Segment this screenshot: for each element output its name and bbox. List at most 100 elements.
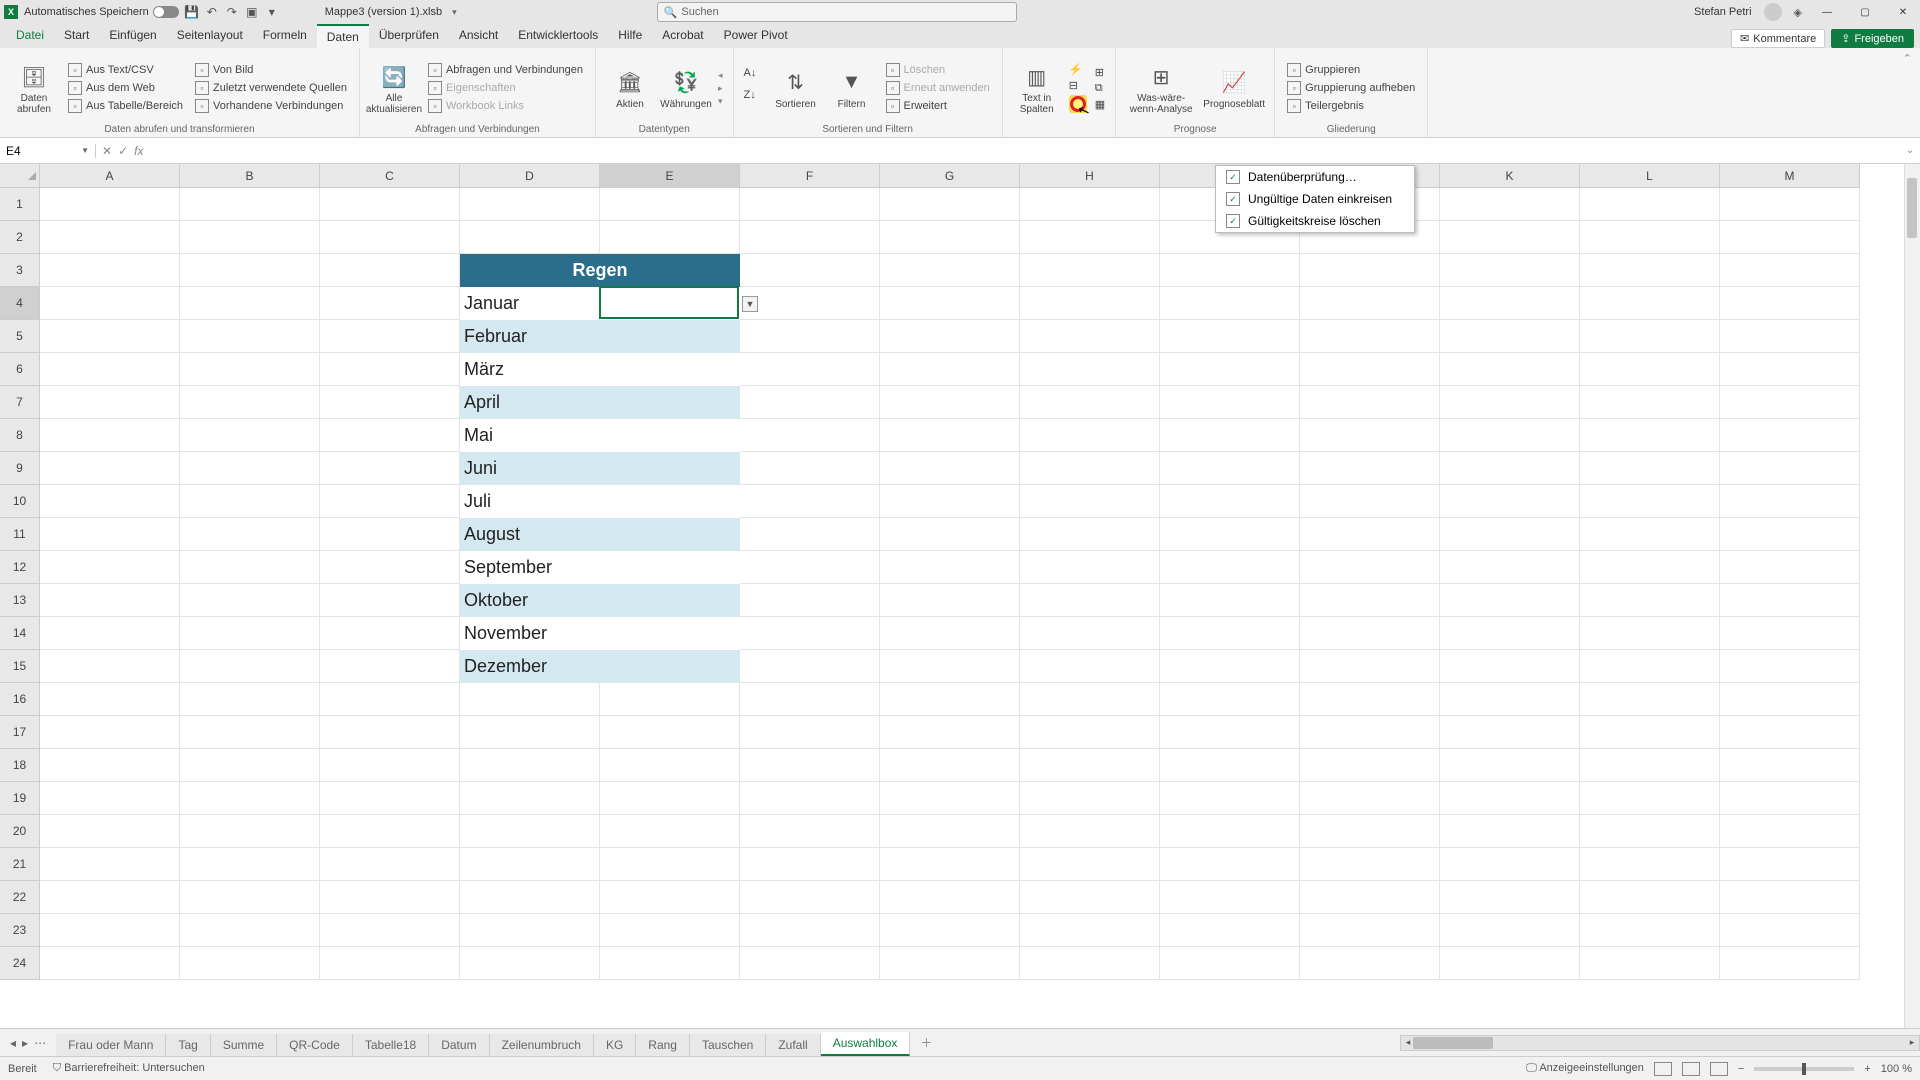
cell-C22[interactable] (320, 881, 460, 914)
zoom-level[interactable]: 100 % (1881, 1063, 1912, 1075)
cell-E22[interactable] (600, 881, 740, 914)
row-header-1[interactable]: 1 (0, 188, 40, 221)
cell-F20[interactable] (740, 815, 880, 848)
cell-B19[interactable] (180, 782, 320, 815)
cell-G9[interactable] (880, 452, 1020, 485)
menu-tab-seitenlayout[interactable]: Seitenlayout (167, 24, 253, 48)
row-header-19[interactable]: 19 (0, 782, 40, 815)
cell-A18[interactable] (40, 749, 180, 782)
cell-G6[interactable] (880, 353, 1020, 386)
regen-cell-row-14[interactable] (600, 617, 740, 650)
cell-H23[interactable] (1020, 914, 1160, 947)
cell-B1[interactable] (180, 188, 320, 221)
menu-tab-überprüfen[interactable]: Überprüfen (369, 24, 449, 48)
cell-G14[interactable] (880, 617, 1020, 650)
cell-B5[interactable] (180, 320, 320, 353)
horizontal-scrollbar[interactable]: ◂ ▸ (1400, 1035, 1920, 1051)
flash-fill-icon[interactable]: ⚡ (1069, 63, 1087, 76)
month-cell-januar[interactable]: Januar (460, 287, 600, 320)
cell-E24[interactable] (600, 947, 740, 980)
cell-H19[interactable] (1020, 782, 1160, 815)
cell-L9[interactable] (1580, 452, 1720, 485)
cell-F14[interactable] (740, 617, 880, 650)
cell-F3[interactable] (740, 254, 880, 287)
cell-I24[interactable] (1160, 947, 1300, 980)
cell-J5[interactable] (1300, 320, 1440, 353)
month-cell-april[interactable]: April (460, 386, 600, 419)
cancel-formula-icon[interactable]: ✕ (102, 144, 112, 158)
cell-J7[interactable] (1300, 386, 1440, 419)
cell-G10[interactable] (880, 485, 1020, 518)
col-header-L[interactable]: L (1580, 164, 1720, 188)
cell-B12[interactable] (180, 551, 320, 584)
cell-C19[interactable] (320, 782, 460, 815)
month-cell-märz[interactable]: März (460, 353, 600, 386)
cell-E19[interactable] (600, 782, 740, 815)
cell-C17[interactable] (320, 716, 460, 749)
cell-F11[interactable] (740, 518, 880, 551)
cell-D16[interactable] (460, 683, 600, 716)
cell-A19[interactable] (40, 782, 180, 815)
filename-dropdown-icon[interactable]: ▾ (452, 7, 457, 18)
cell-F1[interactable] (740, 188, 880, 221)
zoom-in-icon[interactable]: + (1864, 1063, 1870, 1075)
cell-B23[interactable] (180, 914, 320, 947)
cell-E2[interactable] (600, 221, 740, 254)
cell-H13[interactable] (1020, 584, 1160, 617)
regen-cell-row-11[interactable] (600, 518, 740, 551)
menu-tab-formeln[interactable]: Formeln (253, 24, 317, 48)
cell-F17[interactable] (740, 716, 880, 749)
cell-J4[interactable] (1300, 287, 1440, 320)
cell-G7[interactable] (880, 386, 1020, 419)
cell-A4[interactable] (40, 287, 180, 320)
cell-M14[interactable] (1720, 617, 1860, 650)
cell-E23[interactable] (600, 914, 740, 947)
cell-I12[interactable] (1160, 551, 1300, 584)
col-header-F[interactable]: F (740, 164, 880, 188)
cell-J8[interactable] (1300, 419, 1440, 452)
cell-G21[interactable] (880, 848, 1020, 881)
cell-I20[interactable] (1160, 815, 1300, 848)
cell-D18[interactable] (460, 749, 600, 782)
name-box[interactable]: E4 ▼ (0, 144, 96, 158)
menu-tab-ansicht[interactable]: Ansicht (449, 24, 508, 48)
close-button[interactable]: ✕ (1890, 2, 1916, 22)
cell-K14[interactable] (1440, 617, 1580, 650)
cell-I8[interactable] (1160, 419, 1300, 452)
cell-I16[interactable] (1160, 683, 1300, 716)
toggle-switch-icon[interactable] (153, 6, 179, 18)
cell-L3[interactable] (1580, 254, 1720, 287)
col-header-C[interactable]: C (320, 164, 460, 188)
col-header-K[interactable]: K (1440, 164, 1580, 188)
cell-F16[interactable] (740, 683, 880, 716)
cell-D2[interactable] (460, 221, 600, 254)
cell-G15[interactable] (880, 650, 1020, 683)
dd-item-2[interactable]: ✓Gültigkeitskreise löschen (1216, 210, 1414, 232)
vertical-scrollbar[interactable] (1904, 164, 1920, 1028)
row-header-17[interactable]: 17 (0, 716, 40, 749)
cell-B11[interactable] (180, 518, 320, 551)
cell-K11[interactable] (1440, 518, 1580, 551)
cell-K10[interactable] (1440, 485, 1580, 518)
cell-E17[interactable] (600, 716, 740, 749)
cell-A14[interactable] (40, 617, 180, 650)
cell-L16[interactable] (1580, 683, 1720, 716)
cell-F2[interactable] (740, 221, 880, 254)
regen-cell-row-10[interactable] (600, 485, 740, 518)
g2-item-0[interactable]: ▫Abfragen und Verbindungen (426, 62, 585, 78)
month-cell-september[interactable]: September (460, 551, 600, 584)
cell-F9[interactable] (740, 452, 880, 485)
cell-B3[interactable] (180, 254, 320, 287)
cell-G13[interactable] (880, 584, 1020, 617)
cell-F23[interactable] (740, 914, 880, 947)
row-header-11[interactable]: 11 (0, 518, 40, 551)
cell-C4[interactable] (320, 287, 460, 320)
row-header-20[interactable]: 20 (0, 815, 40, 848)
cell-G16[interactable] (880, 683, 1020, 716)
col-header-H[interactable]: H (1020, 164, 1160, 188)
regen-cell-row-15[interactable] (600, 650, 740, 683)
menu-tab-entwicklertools[interactable]: Entwicklertools (508, 24, 608, 48)
datatypes-more-icon[interactable]: ▾ (718, 96, 723, 107)
cell-B4[interactable] (180, 287, 320, 320)
cell-J11[interactable] (1300, 518, 1440, 551)
